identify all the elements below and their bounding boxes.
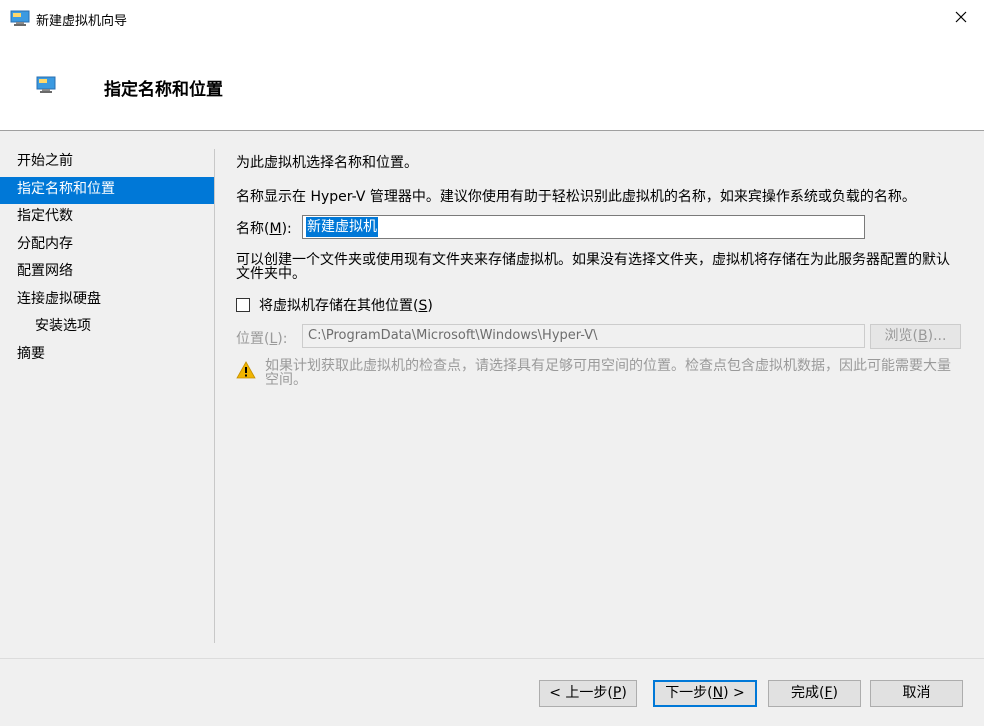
name-hint-text: 名称显示在 Hyper-V 管理器中。建议你使用有助于轻松识别此虚拟机的名称，如… bbox=[236, 189, 916, 205]
hyper-v-monitor-icon bbox=[10, 10, 30, 26]
checkpoint-warning-text: 如果计划获取此虚拟机的检查点，请选择具有足够可用空间的位置。检查点包含虚拟机数据… bbox=[265, 358, 951, 388]
hyper-v-monitor-icon bbox=[36, 76, 56, 94]
nav-item-networking[interactable]: 配置网络 bbox=[0, 259, 214, 287]
vm-name-input[interactable]: 新建虚拟机 bbox=[302, 215, 865, 239]
browse-button: 浏览(B)... bbox=[870, 324, 961, 349]
next-button[interactable]: 下一步(N) > bbox=[653, 680, 757, 707]
warning-icon bbox=[236, 361, 256, 379]
close-icon bbox=[955, 11, 967, 27]
name-label: 名称(M): bbox=[236, 221, 292, 237]
wizard-header: 指定名称和位置 bbox=[0, 38, 984, 130]
nav-item-summary[interactable]: 摘要 bbox=[0, 342, 214, 370]
nav-item-virtual-hard-disk[interactable]: 连接虚拟硬盘 bbox=[0, 287, 214, 315]
finish-button[interactable]: 完成(F) bbox=[768, 680, 861, 707]
wizard-step-nav: 开始之前 指定名称和位置 指定代数 分配内存 配置网络 连接虚拟硬盘 安装选项 … bbox=[0, 149, 214, 369]
store-elsewhere-label: 将虚拟机存储在其他位置(S) bbox=[259, 298, 433, 314]
store-elsewhere-checkbox[interactable]: 将虚拟机存储在其他位置(S) bbox=[236, 295, 433, 315]
location-input: C:\ProgramData\Microsoft\Windows\Hyper-V… bbox=[302, 324, 865, 348]
checkbox-unchecked-icon bbox=[236, 298, 250, 312]
location-label: 位置(L): bbox=[236, 331, 288, 347]
wizard-footer: < 上一步(P) 下一步(N) > 完成(F) 取消 bbox=[0, 658, 984, 726]
nav-item-before-you-begin[interactable]: 开始之前 bbox=[0, 149, 214, 177]
folder-hint-text: 可以创建一个文件夹或使用现有文件夹来存储虚拟机。如果没有选择文件夹，虚拟机将存储… bbox=[236, 252, 950, 282]
nav-item-generation[interactable]: 指定代数 bbox=[0, 204, 214, 232]
intro-text: 为此虚拟机选择名称和位置。 bbox=[236, 155, 418, 171]
nav-item-installation-options[interactable]: 安装选项 bbox=[0, 314, 214, 342]
window-title: 新建虚拟机向导 bbox=[36, 14, 128, 29]
close-button[interactable] bbox=[938, 0, 984, 38]
cancel-button[interactable]: 取消 bbox=[870, 680, 963, 707]
previous-button[interactable]: < 上一步(P) bbox=[539, 680, 637, 707]
title-bar: 新建虚拟机向导 bbox=[0, 0, 984, 38]
page-title: 指定名称和位置 bbox=[104, 80, 223, 100]
wizard-body: 开始之前 指定名称和位置 指定代数 分配内存 配置网络 连接虚拟硬盘 安装选项 … bbox=[0, 130, 984, 658]
vm-name-value: 新建虚拟机 bbox=[306, 217, 378, 237]
nav-divider bbox=[214, 149, 215, 643]
nav-item-name-and-location[interactable]: 指定名称和位置 bbox=[0, 176, 214, 204]
nav-item-memory[interactable]: 分配内存 bbox=[0, 232, 214, 260]
